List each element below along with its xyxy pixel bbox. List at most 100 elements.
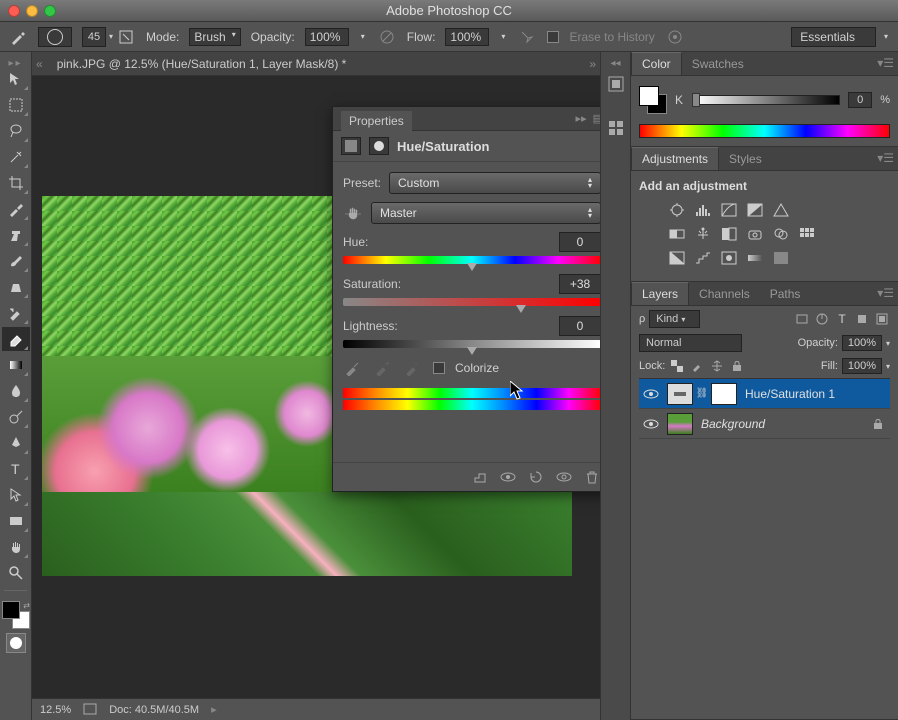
panel-menu-icon[interactable]: ▤ <box>593 112 600 125</box>
color-foreground-swatch[interactable] <box>639 86 659 106</box>
rectangle-tool[interactable] <box>2 509 30 533</box>
expand-dock-icon[interactable]: ◂◂ <box>610 58 620 69</box>
color-fg-bg-swatches[interactable] <box>639 86 667 114</box>
photo-filter-icon[interactable] <box>745 225 765 243</box>
tab-close-all-icon[interactable]: « <box>36 57 43 71</box>
view-previous-icon[interactable] <box>499 469 517 485</box>
magic-wand-tool[interactable] <box>2 145 30 169</box>
saturation-slider[interactable] <box>343 298 600 306</box>
layers-tab[interactable]: Layers <box>631 282 689 305</box>
eyedropper-add-icon[interactable]: + <box>373 358 393 378</box>
window-close-button[interactable] <box>8 5 20 17</box>
erase-history-checkbox[interactable] <box>547 31 559 43</box>
chevron-down-icon[interactable]: ▾ <box>109 32 113 41</box>
foreground-background-colors[interactable]: ⇄ <box>2 601 30 629</box>
pressure-size-icon[interactable] <box>665 27 685 47</box>
mask-link-icon[interactable]: ⛓ <box>697 388 707 399</box>
fill-input[interactable]: 100% <box>842 358 882 374</box>
eyedropper-icon[interactable] <box>343 358 363 378</box>
brush-preview[interactable] <box>38 27 72 47</box>
mini-bridge-icon[interactable] <box>605 117 627 139</box>
lock-icon[interactable] <box>872 418 884 430</box>
pen-tool[interactable] <box>2 431 30 455</box>
quick-mask-toggle[interactable] <box>6 633 26 653</box>
color-tab[interactable]: Color <box>631 52 682 75</box>
brightness-contrast-icon[interactable] <box>667 201 687 219</box>
window-zoom-button[interactable] <box>44 5 56 17</box>
status-flyout-icon[interactable]: ▸ <box>211 703 217 716</box>
pressure-opacity-icon[interactable] <box>377 27 397 47</box>
chevron-down-icon[interactable]: ▾ <box>886 362 890 371</box>
lock-all-icon[interactable] <box>729 358 745 374</box>
invert-icon[interactable] <box>667 249 687 267</box>
eraser-tool[interactable] <box>2 327 30 351</box>
filter-adjustment-icon[interactable] <box>814 311 830 327</box>
channels-tab[interactable]: Channels <box>689 283 760 305</box>
panel-menu-icon[interactable]: ▾☰ <box>877 286 894 300</box>
lightness-slider[interactable] <box>343 340 600 348</box>
color-balance-icon[interactable] <box>693 225 713 243</box>
tool-preset-picker[interactable] <box>8 27 28 47</box>
posterize-icon[interactable] <box>693 249 713 267</box>
eyedropper-subtract-icon[interactable]: - <box>403 358 423 378</box>
k-value-input[interactable]: 0 <box>848 92 872 108</box>
k-slider-handle[interactable] <box>692 93 700 107</box>
channel-select[interactable]: Master ▴▾ <box>371 202 600 224</box>
preset-select[interactable]: Custom ▴▾ <box>389 172 600 194</box>
channel-mixer-icon[interactable] <box>771 225 791 243</box>
blend-mode-select[interactable]: Normal <box>639 334 742 352</box>
canvas[interactable]: Properties ▸▸ ▤ Hue/Saturation <box>32 76 600 698</box>
reset-icon[interactable] <box>527 469 545 485</box>
layer-mask-thumb[interactable] <box>711 383 737 405</box>
hue-slider[interactable] <box>343 256 600 264</box>
clone-stamp-tool[interactable] <box>2 275 30 299</box>
adjustment-thumb-icon[interactable] <box>667 383 693 405</box>
doc-size[interactable]: Doc: 40.5M/40.5M <box>109 704 199 716</box>
swatches-tab[interactable]: Swatches <box>682 53 754 75</box>
color-range-strip[interactable] <box>343 388 600 410</box>
layer-name[interactable]: Background <box>701 417 765 431</box>
saturation-input[interactable]: +38 <box>559 274 600 294</box>
properties-tab[interactable]: Properties <box>341 111 412 131</box>
hue-slider-thumb[interactable] <box>467 263 477 271</box>
healing-brush-tool[interactable] <box>2 223 30 247</box>
history-panel-icon[interactable] <box>605 73 627 95</box>
layer-item-background[interactable]: Background <box>639 409 890 439</box>
filter-shape-icon[interactable] <box>854 311 870 327</box>
layer-name[interactable]: Hue/Saturation 1 <box>745 387 835 401</box>
brush-size-input[interactable]: 45 ▾ <box>82 27 106 47</box>
styles-tab[interactable]: Styles <box>719 148 772 170</box>
lock-pixels-icon[interactable] <box>689 358 705 374</box>
lasso-tool[interactable] <box>2 119 30 143</box>
color-lookup-icon[interactable] <box>797 225 817 243</box>
blur-tool[interactable] <box>2 379 30 403</box>
chevron-down-icon[interactable]: ▾ <box>499 32 507 41</box>
gradient-tool[interactable] <box>2 353 30 377</box>
hue-input[interactable]: 0 <box>559 232 600 252</box>
collapse-panel-icon[interactable]: ▸▸ <box>576 112 587 125</box>
tab-overflow-icon[interactable]: » <box>589 57 596 71</box>
lightness-slider-thumb[interactable] <box>467 347 477 355</box>
eyedropper-tool[interactable] <box>2 197 30 221</box>
scrubby-hand-icon[interactable] <box>343 204 363 222</box>
foreground-color-swatch[interactable] <box>2 601 20 619</box>
levels-icon[interactable] <box>693 201 713 219</box>
clip-to-layer-icon[interactable] <box>471 469 489 485</box>
colorize-checkbox[interactable] <box>433 362 445 374</box>
adjustments-tab[interactable]: Adjustments <box>631 147 719 170</box>
brush-panel-toggle-icon[interactable] <box>116 27 136 47</box>
path-selection-tool[interactable] <box>2 483 30 507</box>
status-icon[interactable] <box>83 703 97 717</box>
panel-menu-icon[interactable]: ▾☰ <box>877 151 894 165</box>
filter-pixel-icon[interactable] <box>794 311 810 327</box>
lightness-input[interactable]: 0 <box>559 316 600 336</box>
panel-menu-icon[interactable]: ▾☰ <box>877 56 894 70</box>
vibrance-icon[interactable] <box>771 201 791 219</box>
chevron-down-icon[interactable]: ▾ <box>359 32 367 41</box>
dodge-tool[interactable] <box>2 405 30 429</box>
exposure-icon[interactable] <box>745 201 765 219</box>
selective-color-icon[interactable] <box>771 249 791 267</box>
layer-visibility-toggle[interactable] <box>639 418 663 430</box>
document-tab[interactable]: pink.JPG @ 12.5% (Hue/Saturation 1, Laye… <box>47 54 357 74</box>
toggle-visibility-icon[interactable] <box>555 469 573 485</box>
